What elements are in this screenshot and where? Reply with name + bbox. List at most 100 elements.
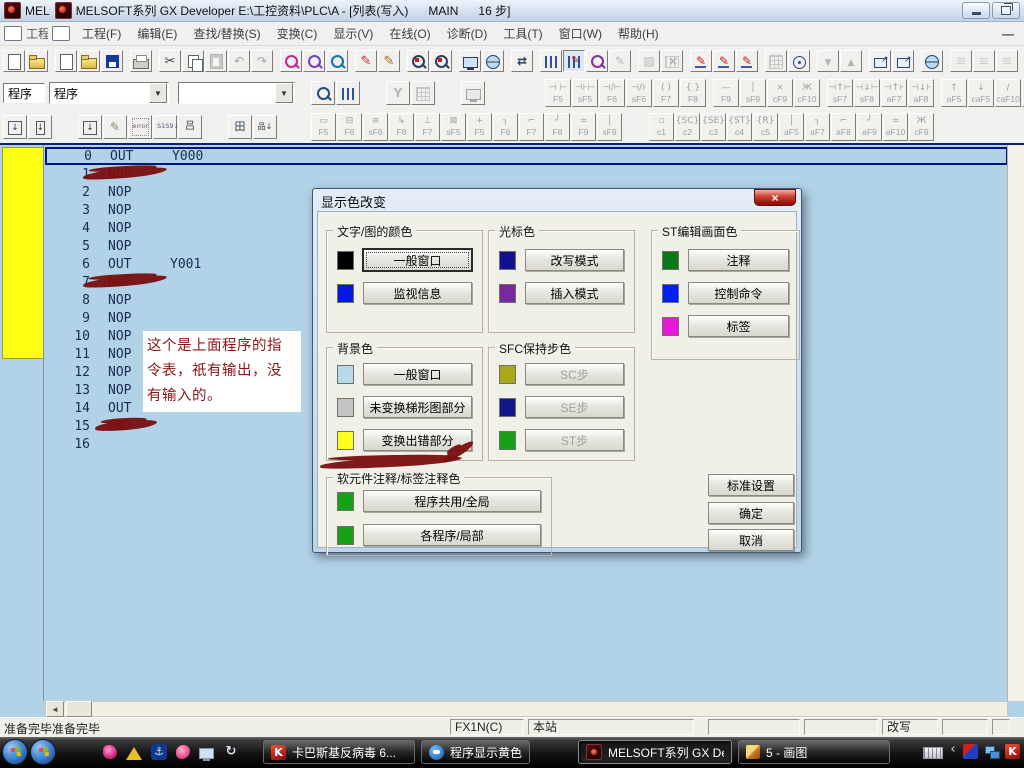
toolbar-button[interactable] [609, 50, 631, 72]
color-swatch[interactable] [337, 251, 354, 270]
toolbar-button[interactable] [3, 50, 25, 72]
toolbar-button[interactable] [661, 50, 683, 72]
qlarc-icon[interactable]: ↻ [223, 744, 239, 760]
start-button[interactable] [2, 739, 28, 765]
color-swatch[interactable] [662, 317, 679, 336]
ladder-key-button[interactable]: ⊟ F6 [337, 113, 362, 141]
menu-item[interactable]: 工具(T) [495, 23, 550, 44]
toolbar-button[interactable] [973, 50, 995, 72]
toolbar-button[interactable] [251, 50, 273, 72]
qlmon-icon[interactable] [199, 748, 214, 759]
taskbar-task[interactable]: 程序显示黄色的问... [421, 740, 530, 764]
toolbar-button[interactable] [840, 50, 862, 72]
scroll-left-icon[interactable]: ◄ [46, 701, 64, 717]
program-combobox[interactable]: 程序 ▼ [49, 82, 169, 104]
ladder-key-button[interactable]: ⊣/⊢ F6 [599, 79, 625, 107]
chevron-down-icon[interactable]: ▼ [275, 83, 293, 103]
toolbar-button[interactable] [461, 81, 485, 105]
ladder-key-button[interactable]: — F9 [713, 79, 739, 107]
ladder-key-button[interactable]: ⊣ ⊢ F5 [545, 79, 571, 107]
toolbar-button[interactable] [103, 115, 127, 139]
list-row[interactable]: 1 NOP [45, 165, 1008, 183]
ime-icon[interactable] [963, 744, 978, 759]
ladder-key-button[interactable]: = F9 [571, 113, 596, 141]
toolbar-button[interactable] [482, 50, 504, 72]
qlpink-icon[interactable] [103, 745, 117, 759]
toolbar-button[interactable] [336, 81, 360, 105]
qltri-icon[interactable] [126, 747, 142, 760]
menu-item[interactable]: 窗口(W) [551, 23, 610, 44]
color-item-button[interactable]: 监视信息 [363, 282, 472, 304]
toolbar-button[interactable] [159, 50, 181, 72]
chevron-down-icon[interactable]: ▼ [149, 83, 167, 103]
ladder-key-button[interactable]: │ sF9 [740, 79, 766, 107]
toolbar-button[interactable]: ↓ [28, 115, 52, 139]
ladder-key-button[interactable]: ⊣↑⊦ aF7 [881, 79, 907, 107]
toolbar-button[interactable] [205, 50, 227, 72]
cancel-button[interactable]: 取消 [708, 529, 794, 551]
color-item-button[interactable]: 注释 [688, 249, 789, 271]
toolbar-button[interactable] [326, 50, 348, 72]
toolbar-button[interactable] [78, 50, 100, 72]
ladder-key-button[interactable]: ≡ sF6 [363, 113, 388, 141]
ladder-key-button[interactable]: ┘ F8 [545, 113, 570, 141]
color-swatch[interactable] [337, 526, 354, 545]
color-item-button[interactable]: ST步 [525, 429, 624, 451]
color-item-button[interactable]: 插入模式 [525, 282, 624, 304]
scrollbar-thumb[interactable] [66, 701, 92, 717]
mdi-child-icon[interactable] [4, 26, 22, 41]
ladder-key-button[interactable]: ( ) F7 [653, 79, 679, 107]
toolbar-button[interactable]: 田 [228, 115, 252, 139]
taskbar-task[interactable]: MELSOFT系列 GX De... [578, 740, 732, 764]
toolbar-button[interactable] [303, 50, 325, 72]
toolbar-button[interactable] [55, 50, 77, 72]
start-button[interactable] [30, 739, 56, 765]
qlpink2-icon[interactable] [176, 745, 190, 759]
color-swatch[interactable] [662, 251, 679, 270]
mdi-child-icon[interactable] [52, 26, 70, 41]
toolbar-button[interactable] [690, 50, 712, 72]
toolbar-button[interactable]: 品↓ [253, 115, 277, 139]
color-item-button[interactable]: 各程序/局部 [363, 524, 541, 546]
ladder-key-button[interactable]: ↑ aF5 [941, 79, 967, 107]
menu-item[interactable]: 工程(F) [74, 23, 129, 44]
ladder-key-button[interactable]: { } F8 [680, 79, 706, 107]
toolbar-button[interactable] [950, 50, 972, 72]
keyboard-icon[interactable] [923, 747, 943, 759]
toolbar-button[interactable]: S1S9↓ [153, 115, 177, 139]
toolbar-button[interactable] [228, 50, 250, 72]
taskbar-task[interactable]: 5 - 画图 [738, 740, 890, 764]
ladder-key-button[interactable]: ▫ c1 [649, 113, 674, 141]
ladder-key-button[interactable]: ⊣↓⊦ aF8 [908, 79, 934, 107]
menu-item[interactable]: 编辑(E) [129, 23, 185, 44]
ladder-key-button[interactable]: ⊣↓⊢ sF8 [854, 79, 880, 107]
chevron-icon[interactable]: ‹ [949, 743, 957, 759]
ladder-key-button[interactable]: ┘ aF9 [857, 113, 882, 141]
toolbar-button[interactable] [378, 50, 400, 72]
mdi-restore-button[interactable]: — [1002, 27, 1020, 41]
color-swatch[interactable] [662, 284, 679, 303]
ladder-key-button[interactable]: ┐ F6 [493, 113, 518, 141]
toolbar-button[interactable]: error [128, 115, 152, 139]
color-swatch[interactable] [499, 284, 516, 303]
taskbar-task[interactable]: K 卡巴斯基反病毒 6... [263, 740, 415, 764]
menu-item[interactable]: 变换(C) [269, 23, 326, 44]
restore-button[interactable] [992, 2, 1020, 19]
ladder-key-button[interactable]: ⌐ aF8 [831, 113, 856, 141]
ladder-key-button[interactable]: {SE} c3 [701, 113, 726, 141]
qlanchor-icon[interactable]: ⚓ [151, 744, 167, 760]
toolbar-button[interactable]: ↓ [78, 115, 102, 139]
toolbar-button[interactable] [921, 50, 943, 72]
ladder-key-button[interactable]: ∕ caF10 [995, 79, 1021, 107]
toolbar-button[interactable] [411, 81, 435, 105]
color-swatch[interactable] [499, 431, 516, 450]
ladder-key-button[interactable]: ┐ aF7 [805, 113, 830, 141]
ladder-key-button[interactable]: {SC} c2 [675, 113, 700, 141]
color-swatch[interactable] [499, 251, 516, 270]
toolbar-button[interactable] [736, 50, 758, 72]
kasp2-icon[interactable]: K [1005, 744, 1020, 759]
color-item-button[interactable]: 标签 [688, 315, 789, 337]
toolbar-button[interactable] [101, 50, 123, 72]
toolbar-button[interactable] [788, 50, 810, 72]
standard-settings-button[interactable]: 标准设置 [708, 474, 794, 496]
